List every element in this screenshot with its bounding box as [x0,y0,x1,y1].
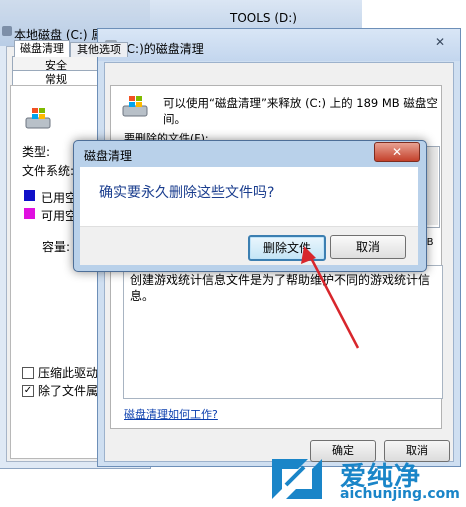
watermark-url: aichunjing.com [340,486,460,502]
capacity-label: 容量: [42,240,71,254]
dialog-message: 确实要永久删除这些文件吗? [99,185,275,201]
tab-general[interactable]: 常规 [12,70,100,86]
dialog-body: 确实要永久删除这些文件吗? [80,167,418,226]
file-list-scrollbar[interactable] [426,147,438,225]
confirm-delete-dialog: 磁盘清理 ✕ 确实要永久删除这些文件吗? 删除文件 取消 [73,140,427,272]
tab-security[interactable]: 安全 [12,56,100,72]
tab-more-options[interactable]: 其他选项 [70,42,128,57]
type-label: 类型: [22,145,51,159]
compress-label: 压缩此驱动 [38,366,99,380]
dialog-close-button[interactable]: ✕ [374,142,420,162]
drive-icon [2,26,12,36]
watermark-logo-icon [272,459,322,499]
used-space-label: 已用空 [41,191,78,205]
filesystem-label: 文件系统: [22,164,75,178]
compress-checkbox[interactable] [22,367,34,379]
free-space-label: 可用空 [41,209,78,223]
index-label: 除了文件属 [38,384,99,398]
drive-windows-icon [25,108,51,129]
tools-window-title: TOOLS (D:) [230,11,297,25]
tab-disk-cleanup[interactable]: 磁盘清理 [14,40,70,57]
used-space-swatch [24,190,35,201]
cleanup-drive-icon-large [122,96,148,117]
cleanup-info-text: 可以使用“磁盘清理”来释放 (C:) 上的 189 MB 磁盘空间。 [163,96,438,126]
how-cleanup-works-link[interactable]: 磁盘清理如何工作? [124,406,218,422]
free-space-swatch [24,208,35,219]
close-icon[interactable]: ✕ [428,35,452,51]
cleanup-title: (C:)的磁盘清理 [122,42,204,56]
dialog-title: 磁盘清理 [84,149,133,163]
description-text: 创建游戏统计信息文件是为了帮助维护不同的游戏统计信息。 [130,273,431,303]
index-checkbox[interactable]: ✓ [22,385,34,397]
red-arrow-annotation [301,246,360,349]
